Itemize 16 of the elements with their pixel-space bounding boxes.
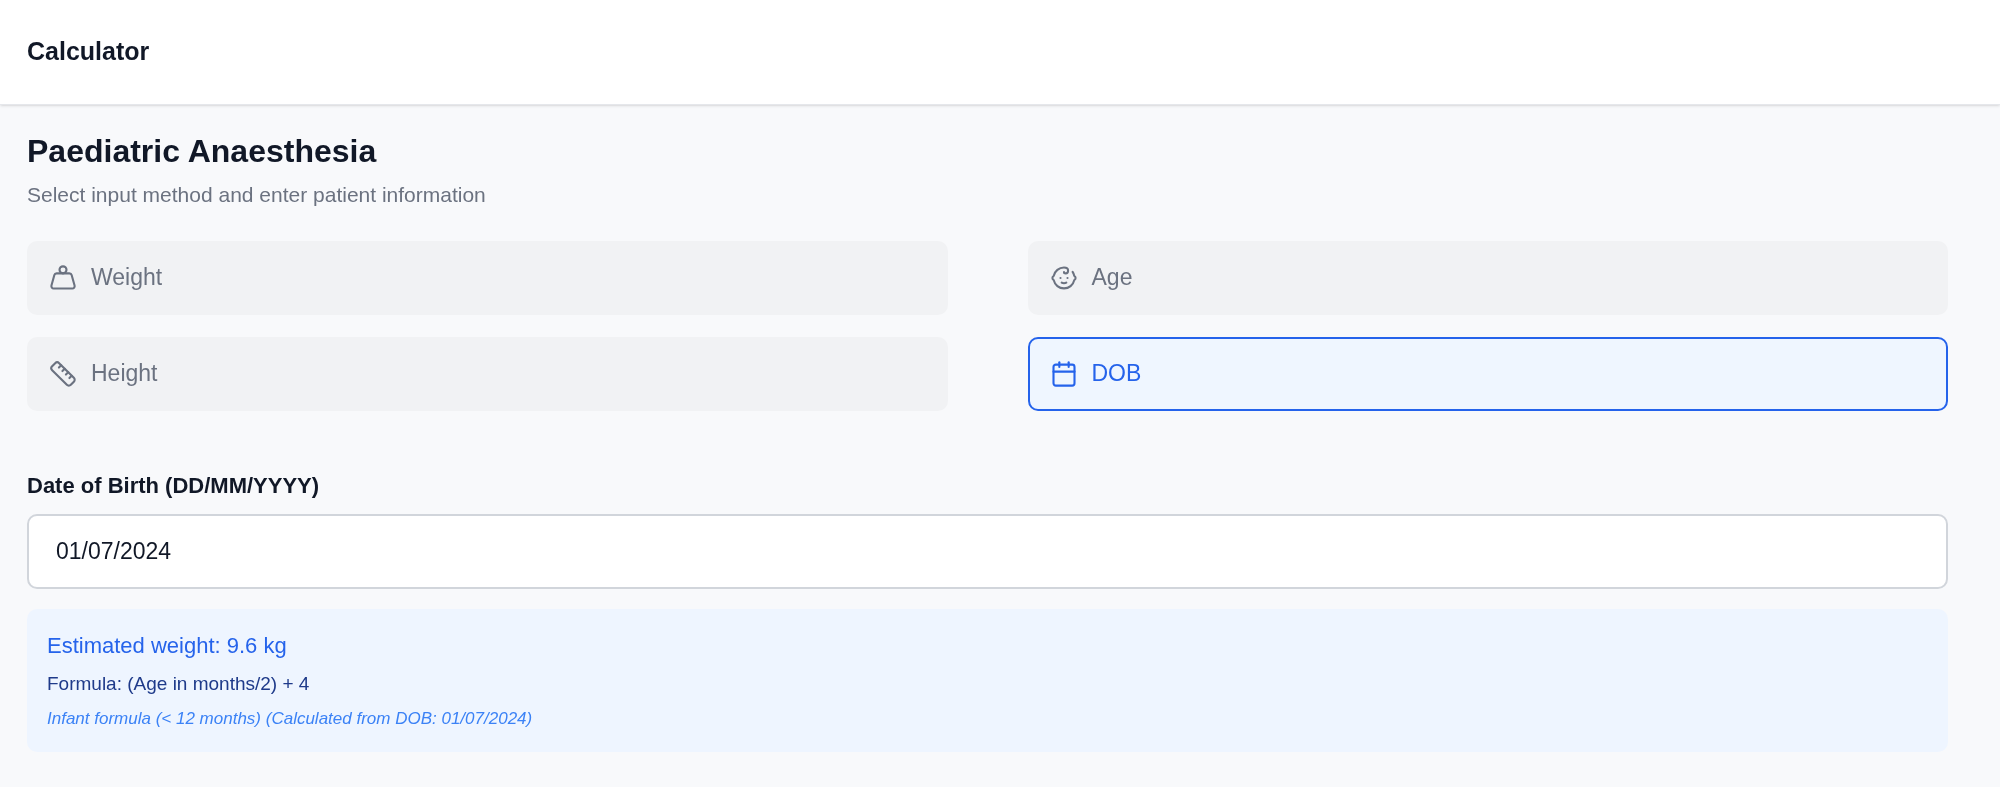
- input-method-button[interactable]: Height: [27, 336, 948, 411]
- input-method-button[interactable]: Weight: [27, 240, 948, 315]
- formula-note: Infant formula (< 12 months) (Calculated from DOB: 01/07/2024): [47, 708, 534, 730]
- field-label: Date of Birth (DD/MM/YYYY): [27, 471, 321, 500]
- date-input-field[interactable]: 01/07/2024: [27, 513, 1948, 589]
- weight-icon: [49, 263, 77, 292]
- page-subtitle: Select input method and enter patient information: [27, 182, 487, 208]
- page-title: Paediatric Anaesthesia: [27, 132, 378, 171]
- baby-face-icon: [1049, 263, 1078, 292]
- header-title: Calculator: [27, 36, 150, 68]
- input-method-button[interactable]: DOB: [1027, 336, 1948, 411]
- ruler-icon: [49, 359, 77, 388]
- formula-text: Formula: (Age in months/2) + 4: [47, 671, 311, 696]
- calendar-icon: [1049, 359, 1078, 388]
- estimated-weight: Estimated weight: 9.6 kg: [47, 631, 288, 660]
- input-method-button[interactable]: Age: [1027, 240, 1948, 315]
